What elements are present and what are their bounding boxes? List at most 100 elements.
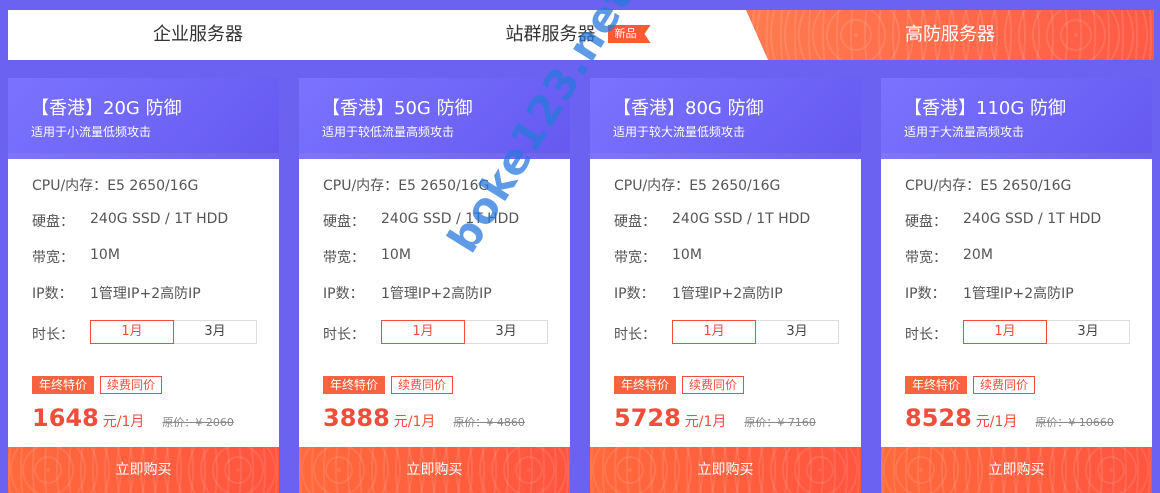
spec-label: IP数： bbox=[32, 286, 73, 302]
buy-label: 立即购买 bbox=[988, 462, 1045, 478]
plan-subtitle: 适用于大流量高频攻击 bbox=[904, 125, 1025, 139]
plan-subtitle: 适用于较大流量低频攻击 bbox=[613, 125, 746, 139]
duration-3-month-option[interactable]: 3月 bbox=[756, 320, 839, 344]
spec-ip: IP数： 1管理IP+2高防IP bbox=[614, 283, 783, 303]
year-end-sale-tag: 年终特价 bbox=[32, 376, 95, 394]
price-unit: 元/1月 bbox=[102, 414, 145, 430]
spec-value: E5 2650/16G bbox=[689, 178, 781, 194]
price-row: 8528 元/1月 原价：¥ 10660 bbox=[905, 404, 1114, 432]
price-value: 5728 bbox=[614, 404, 681, 432]
duration-label: 时长： bbox=[32, 327, 74, 343]
spec-label: 硬盘： bbox=[323, 214, 365, 230]
tab-enterprise-server[interactable]: 企业服务器 bbox=[8, 10, 388, 60]
year-end-sale-tag: 年终特价 bbox=[323, 376, 386, 394]
spec-disk: 硬盘： 240G SSD / 1T HDD bbox=[32, 211, 228, 231]
plan-subtitle: 适用于小流量低频攻击 bbox=[31, 125, 152, 139]
original-price: 原价：¥ 7160 bbox=[744, 416, 816, 429]
spec-label: 带宽： bbox=[614, 250, 656, 266]
spec-label: 带宽： bbox=[32, 250, 74, 266]
spec-value: 1管理IP+2高防IP bbox=[963, 286, 1074, 302]
spec-value: E5 2650/16G bbox=[398, 178, 490, 194]
plan-subtitle: 适用于较低流量高频攻击 bbox=[322, 125, 455, 139]
duration-3-month-option[interactable]: 3月 bbox=[1047, 320, 1130, 344]
spec-value: 240G SSD / 1T HDD bbox=[672, 211, 811, 227]
duration-1-month-option[interactable]: 1月 bbox=[963, 320, 1047, 344]
spec-label: CPU/内存： bbox=[323, 178, 399, 194]
plan-title: 【香港】110G 防御 bbox=[904, 98, 1067, 119]
spec-cpu: CPU/内存：E5 2650/16G bbox=[905, 175, 1071, 195]
spec-disk: 硬盘： 240G SSD / 1T HDD bbox=[614, 211, 810, 231]
plan-card-header: 【香港】80G 防御 适用于较大流量低频攻击 bbox=[590, 78, 861, 159]
price-unit: 元/1月 bbox=[975, 414, 1018, 430]
spec-value: 20M bbox=[963, 247, 993, 263]
price-value: 3888 bbox=[323, 404, 390, 432]
renew-same-price-tag: 续费同价 bbox=[682, 376, 745, 394]
buy-now-button[interactable]: 立即购买 bbox=[590, 447, 861, 493]
renew-same-price-tag: 续费同价 bbox=[100, 376, 163, 394]
spec-ip: IP数： 1管理IP+2高防IP bbox=[905, 283, 1074, 303]
spec-cpu: CPU/内存：E5 2650/16G bbox=[614, 175, 780, 195]
duration-1-month-option[interactable]: 1月 bbox=[672, 320, 756, 344]
plan-title: 【香港】20G 防御 bbox=[31, 98, 182, 119]
spec-label: IP数： bbox=[323, 286, 364, 302]
renew-same-price-tag: 续费同价 bbox=[391, 376, 454, 394]
buy-label: 立即购买 bbox=[406, 462, 463, 478]
spec-label: CPU/内存： bbox=[32, 178, 108, 194]
plan-card: 【香港】50G 防御 适用于较低流量高频攻击 CPU/内存：E5 2650/16… bbox=[299, 78, 570, 493]
spec-label: 硬盘： bbox=[32, 214, 74, 230]
price-value: 8528 bbox=[905, 404, 972, 432]
plan-card-header: 【香港】110G 防御 适用于大流量高频攻击 bbox=[881, 78, 1152, 159]
spec-cpu: CPU/内存：E5 2650/16G bbox=[32, 175, 198, 195]
buy-now-button[interactable]: 立即购买 bbox=[299, 447, 570, 493]
spec-label: CPU/内存： bbox=[614, 178, 690, 194]
buy-now-button[interactable]: 立即购买 bbox=[881, 447, 1152, 493]
server-type-tabs: 企业服务器 站群服务器 新品 高防服务器 bbox=[8, 10, 1154, 60]
tab-label: 高防服务器 bbox=[905, 24, 995, 45]
tab-ddos-server[interactable]: 高防服务器 bbox=[746, 10, 1154, 60]
tab-site-group-server[interactable]: 站群服务器 新品 bbox=[388, 10, 768, 60]
spec-bandwidth: 带宽： 10M bbox=[32, 247, 120, 267]
plan-card: 【香港】80G 防御 适用于较大流量低频攻击 CPU/内存：E5 2650/16… bbox=[590, 78, 861, 493]
spec-value: 10M bbox=[672, 247, 702, 263]
year-end-sale-tag: 年终特价 bbox=[614, 376, 677, 394]
spec-label: CPU/内存： bbox=[905, 178, 981, 194]
spec-cpu: CPU/内存：E5 2650/16G bbox=[323, 175, 489, 195]
price-row: 3888 元/1月 原价：¥ 4860 bbox=[323, 404, 525, 432]
tab-label: 企业服务器 bbox=[153, 24, 243, 45]
spec-bandwidth: 带宽： 10M bbox=[323, 247, 411, 267]
price-unit: 元/1月 bbox=[393, 414, 436, 430]
spec-label: IP数： bbox=[905, 286, 946, 302]
spec-value: E5 2650/16G bbox=[980, 178, 1072, 194]
buy-label: 立即购买 bbox=[115, 462, 172, 478]
price-value: 1648 bbox=[32, 404, 99, 432]
new-badge: 新品 bbox=[607, 25, 651, 43]
duration-1-month-option[interactable]: 1月 bbox=[90, 320, 174, 344]
spec-value: E5 2650/16G bbox=[107, 178, 199, 194]
spec-value: 240G SSD / 1T HDD bbox=[381, 211, 520, 227]
original-price: 原价：¥ 10660 bbox=[1035, 416, 1114, 429]
buy-now-button[interactable]: 立即购买 bbox=[8, 447, 279, 493]
duration-label: 时长： bbox=[614, 327, 656, 343]
spec-value: 240G SSD / 1T HDD bbox=[963, 211, 1102, 227]
duration-3-month-option[interactable]: 3月 bbox=[174, 320, 257, 344]
tab-label: 站群服务器 bbox=[505, 24, 596, 45]
price-row: 1648 元/1月 原价：¥ 2060 bbox=[32, 404, 234, 432]
spec-disk: 硬盘： 240G SSD / 1T HDD bbox=[905, 211, 1101, 231]
duration-1-month-option[interactable]: 1月 bbox=[381, 320, 465, 344]
original-price: 原价：¥ 4860 bbox=[453, 416, 525, 429]
spec-value: 1管理IP+2高防IP bbox=[90, 286, 201, 302]
spec-value: 10M bbox=[381, 247, 411, 263]
duration-label: 时长： bbox=[905, 327, 947, 343]
renew-same-price-tag: 续费同价 bbox=[973, 376, 1036, 394]
price-row: 5728 元/1月 原价：¥ 7160 bbox=[614, 404, 816, 432]
spec-value: 1管理IP+2高防IP bbox=[672, 286, 783, 302]
spec-label: IP数： bbox=[614, 286, 655, 302]
duration-3-month-option[interactable]: 3月 bbox=[465, 320, 548, 344]
original-price: 原价：¥ 2060 bbox=[162, 416, 234, 429]
plan-card-header: 【香港】50G 防御 适用于较低流量高频攻击 bbox=[299, 78, 570, 159]
plan-title: 【香港】80G 防御 bbox=[613, 98, 764, 119]
spec-label: 带宽： bbox=[905, 250, 947, 266]
duration-label: 时长： bbox=[323, 327, 365, 343]
spec-value: 240G SSD / 1T HDD bbox=[90, 211, 229, 227]
year-end-sale-tag: 年终特价 bbox=[905, 376, 968, 394]
